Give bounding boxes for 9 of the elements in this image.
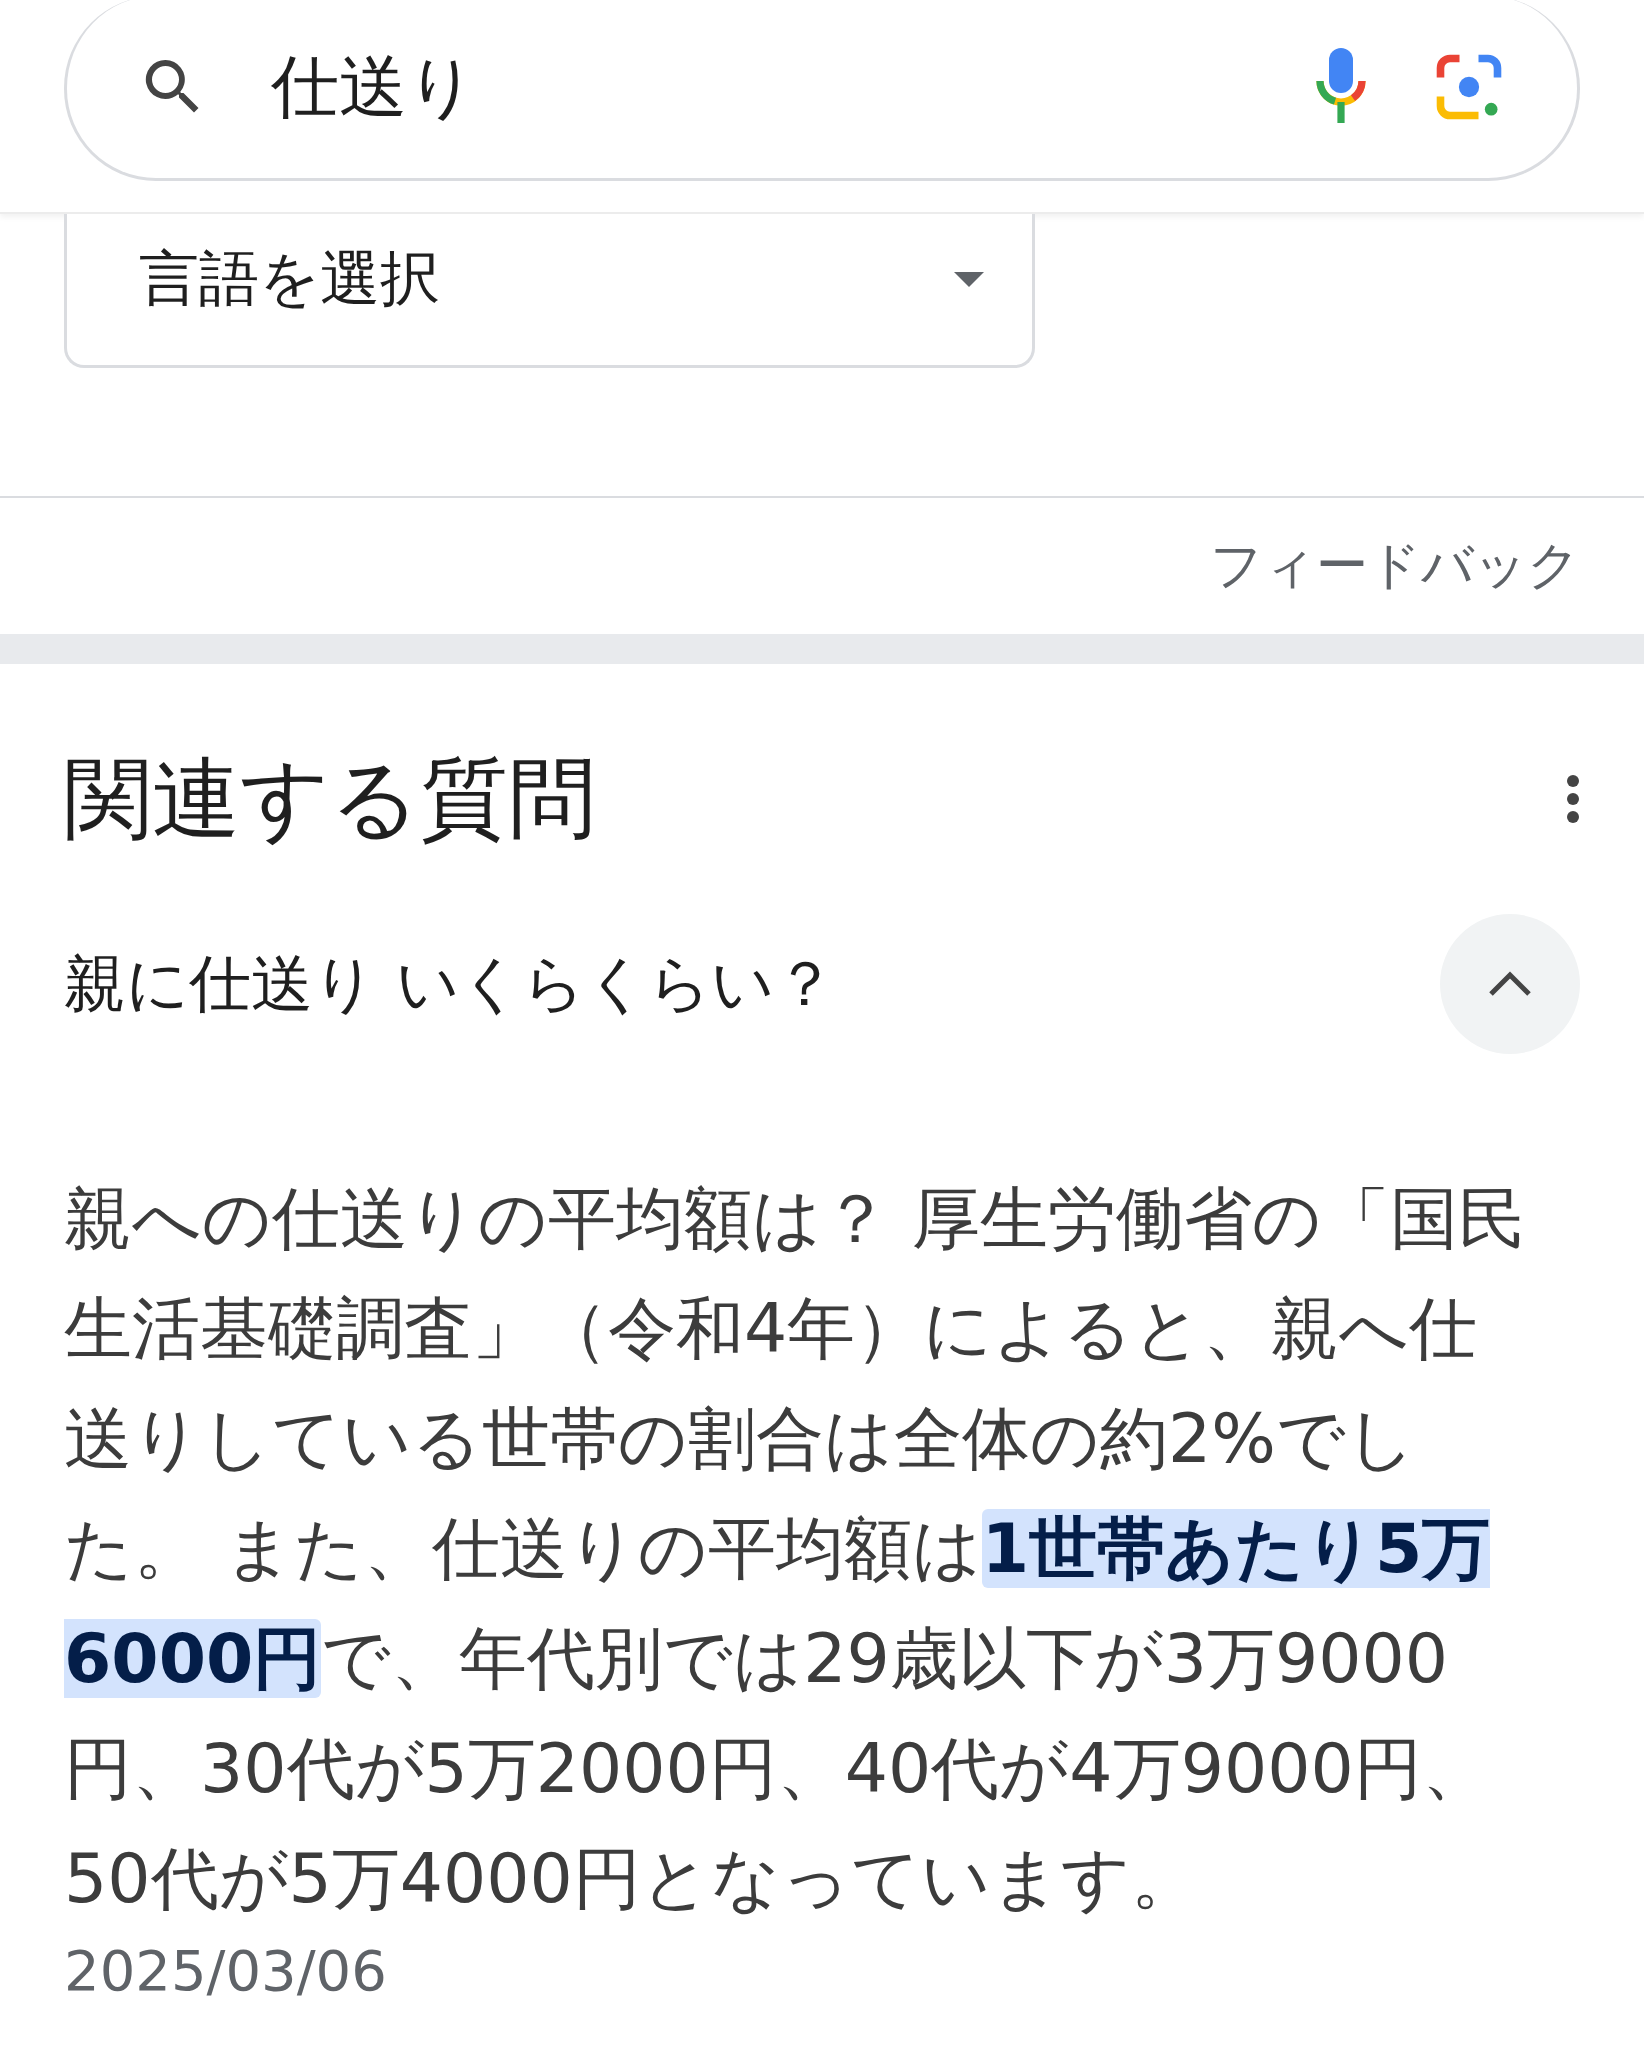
- more-options-icon[interactable]: [1566, 774, 1580, 824]
- chevron-icon: [1488, 971, 1532, 997]
- answer-date: 2025/03/06: [64, 1938, 388, 2003]
- language-dropdown[interactable]: 言語を選択: [64, 214, 1035, 368]
- feedback-link[interactable]: フィードバック: [1210, 531, 1580, 601]
- section-title: 関連する質問: [64, 745, 596, 852]
- dropdown-arrow-icon: [954, 271, 984, 288]
- answer-paragraph: 親への仕送りの平均額は？ 厚生労働省の「国民生活基礎調査」（令和4年）によると、親へ仕送りしている世帯の割合は全体の約2%でした。 また、仕送りの平均額は1世帯あたり5万6000円で、年代別では29歳以下が3万9000円、30代が5万2000円、40代が4万9000円、50代が5万4000円となっています。: [64, 1178, 1527, 1920]
- question-text[interactable]: 親に仕送り いくらくらい？: [64, 942, 836, 1026]
